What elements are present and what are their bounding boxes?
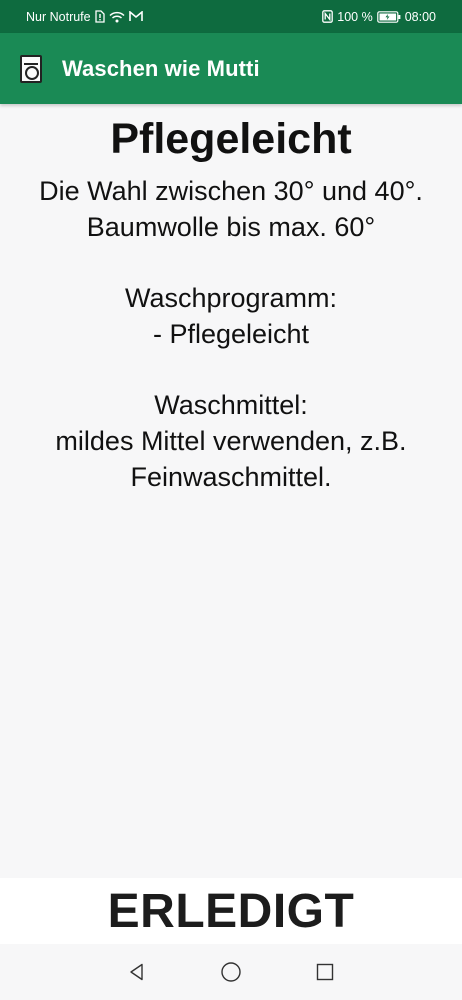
temperature-line-1: Die Wahl zwischen 30° und 40°. — [39, 176, 423, 206]
program-details: Pflegeleicht Die Wahl zwischen 30° und 4… — [0, 104, 462, 878]
battery-percent: 100 % — [337, 9, 373, 24]
back-icon[interactable] — [117, 952, 157, 992]
navigation-bar — [0, 944, 462, 1000]
detergent-label: Waschmittel: — [154, 390, 308, 420]
nfc-icon — [322, 10, 334, 23]
sim-alert-icon — [94, 10, 105, 23]
program-description: Die Wahl zwischen 30° und 40°. Baumwolle… — [0, 173, 462, 495]
washing-machine-icon — [20, 54, 42, 83]
screen: Nur Notrufe 100 % 08:00 Waschen wie Mutt… — [0, 0, 462, 1000]
recents-icon[interactable] — [305, 952, 345, 992]
status-bar: Nur Notrufe 100 % 08:00 — [0, 0, 462, 33]
done-area: ERLEDIGT — [0, 878, 462, 944]
temperature-line-2: Baumwolle bis max. 60° — [86, 212, 376, 242]
clock-time: 08:00 — [404, 9, 436, 24]
program-label: Waschprogramm: — [124, 283, 338, 313]
carrier-text: Nur Notrufe — [26, 9, 91, 24]
done-button[interactable]: ERLEDIGT — [108, 884, 355, 939]
program-title: Pflegeleicht — [110, 115, 352, 163]
app-bar: Waschen wie Mutti — [0, 33, 462, 104]
status-right: 100 % 08:00 — [322, 10, 436, 24]
program-value: - Pflegeleicht — [152, 319, 310, 349]
battery-icon — [376, 10, 401, 23]
app-title: Waschen wie Mutti — [62, 55, 260, 81]
status-left: Nur Notrufe — [26, 10, 143, 24]
detergent-line-2: Feinwaschmittel. — [130, 462, 332, 492]
detergent-line-1: mildes Mittel verwenden, z.B. — [55, 426, 407, 456]
mail-icon — [128, 11, 143, 22]
wifi-icon — [109, 11, 125, 23]
home-icon[interactable] — [211, 952, 251, 992]
